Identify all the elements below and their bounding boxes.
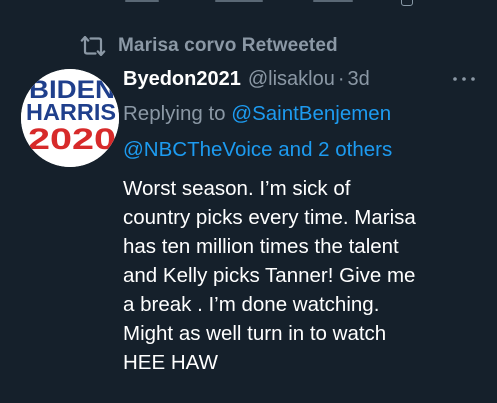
mention-link[interactable]: @SaintBenjemen [231, 102, 391, 125]
replying-to-label: Replying to [123, 102, 232, 125]
avatar[interactable]: BIDEN HARRIS 2020 [21, 69, 119, 167]
tweet-text-line: Might as well turn in to watch [123, 322, 387, 345]
display-name[interactable]: Byedon2021 [123, 68, 241, 91]
mention-link[interactable]: @NBCTheVoice [123, 138, 273, 161]
action-bar-fragment [313, 0, 353, 2]
replying-to-line: Replying to @SaintBenjemen [123, 102, 391, 126]
tweet-text-line: HEE HAW [123, 351, 218, 374]
tweet-text-line: a break . I’m done watching. [123, 293, 380, 316]
tweet-text-line: and Kelly picks Tanner! Give me [123, 264, 416, 287]
tweet-timestamp[interactable]: 3d [348, 68, 370, 91]
separator-dot: · [337, 67, 345, 90]
previous-tweet-action-bar [0, 0, 497, 14]
tweet-text-line: Worst season. I’m sick of [123, 177, 351, 200]
avatar-line-2: HARRIS [26, 99, 116, 125]
tweet-text-line: has ten million times the talent [123, 235, 399, 258]
retweet-label[interactable]: Marisa corvo Retweeted [118, 35, 338, 57]
others-link[interactable]: and 2 others [273, 138, 392, 161]
action-bar-fragment [215, 0, 263, 2]
action-bar-fragment [125, 0, 159, 2]
biden-harris-logo: BIDEN HARRIS 2020 [21, 69, 119, 167]
tweet-text: Worst season. I’m sick of country picks … [123, 174, 483, 377]
more-horizontal-icon[interactable] [452, 76, 476, 82]
retweet-indicator: Marisa corvo Retweeted [80, 33, 338, 59]
tweet-header: Byedon2021 @lisaklou · 3d [123, 64, 370, 94]
replying-to-line-2: @NBCTheVoice and 2 others [123, 138, 392, 162]
user-handle[interactable]: @lisaklou [248, 68, 335, 91]
avatar-line-3: 2020 [28, 123, 116, 156]
tweet-text-line: country picks every time. Marisa [123, 206, 416, 229]
retweet-icon [80, 36, 106, 56]
share-icon[interactable] [401, 0, 413, 6]
